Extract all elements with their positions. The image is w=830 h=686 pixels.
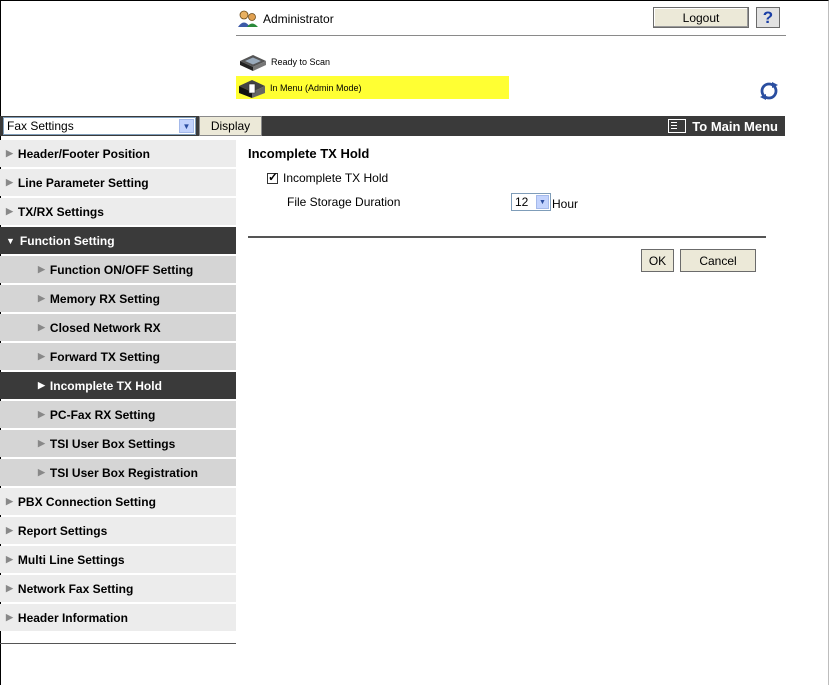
sidebar-item-function-on-off-setting[interactable]: ▶ Function ON/OFF Setting — [0, 256, 236, 283]
status-ready-text: Ready to Scan — [271, 57, 331, 67]
sidebar-item-header-information[interactable]: ▶ Header Information — [0, 604, 236, 631]
logout-button[interactable]: Logout — [653, 7, 749, 28]
triangle-right-icon: ▶ — [6, 612, 13, 622]
incomplete-tx-hold-checkbox[interactable] — [267, 170, 278, 184]
ok-button[interactable]: OK — [641, 249, 674, 272]
sidebar-item-label: Forward TX Setting — [49, 349, 160, 364]
triangle-right-icon: ▶ — [6, 496, 13, 506]
incomplete-tx-hold-option[interactable]: Incomplete TX Hold — [267, 170, 389, 185]
sidebar-item-label: Report Settings — [17, 523, 108, 538]
page-title: Incomplete TX Hold — [248, 146, 370, 161]
user-info: Administrator — [237, 10, 334, 28]
triangle-right-icon: ▶ — [6, 525, 13, 535]
sidebar-item-incomplete-tx-hold[interactable]: ▶ Incomplete TX Hold — [0, 372, 236, 399]
user-label: Administrator — [263, 12, 334, 26]
sidebar-item-label: Incomplete TX Hold — [49, 378, 162, 393]
sidebar-item-memory-rx-setting[interactable]: ▶ Memory RX Setting — [0, 285, 236, 312]
sidebar-item-label: TSI User Box Settings — [49, 436, 176, 451]
triangle-right-icon: ▶ — [38, 438, 45, 448]
sidebar: ▶ Header/Footer Position ▶ Line Parameter … — [0, 140, 236, 633]
sidebar-item-label: Network Fax Setting — [17, 581, 134, 596]
sidebar-item-multi-line-settings[interactable]: ▶ Multi Line Settings — [0, 546, 236, 573]
triangle-right-icon: ▶ — [6, 206, 13, 216]
sidebar-item-line-parameter-setting[interactable]: ▶ Line Parameter Setting — [0, 169, 236, 196]
sidebar-item-label: Line Parameter Setting — [17, 175, 149, 190]
sidebar-item-header-footer-position[interactable]: ▶ Header/Footer Position — [0, 140, 236, 167]
cancel-button[interactable]: Cancel — [680, 249, 756, 272]
sidebar-item-label: PC-Fax RX Setting — [49, 407, 156, 422]
help-button[interactable]: ? — [756, 7, 780, 28]
administrator-icon — [237, 10, 259, 28]
main-menu-icon — [668, 119, 687, 133]
sidebar-item-label: Function ON/OFF Setting — [49, 262, 194, 277]
sidebar-item-label: Header/Footer Position — [17, 146, 150, 161]
triangle-right-icon: ▶ — [38, 467, 45, 477]
status-menu-text: In Menu (Admin Mode) — [270, 82, 362, 93]
file-storage-duration-label: File Storage Duration — [287, 195, 401, 209]
file-storage-duration-select[interactable]: 12 ▼ — [511, 193, 551, 211]
sidebar-item-pbx-connection-setting[interactable]: ▶ PBX Connection Setting — [0, 488, 236, 515]
status-ready: Ready to Scan — [237, 52, 330, 72]
sidebar-divider — [0, 643, 236, 644]
sidebar-item-label: TX/RX Settings — [17, 204, 104, 219]
triangle-right-icon: ▶ — [6, 177, 13, 187]
triangle-right-icon: ▶ — [38, 380, 45, 390]
sidebar-item-tx-rx-settings[interactable]: ▶ TX/RX Settings — [0, 198, 236, 225]
to-main-menu-label: To Main Menu — [692, 118, 778, 134]
display-button[interactable]: Display — [199, 116, 262, 136]
triangle-down-icon: ▼ — [6, 235, 15, 246]
sidebar-item-label: Multi Line Settings — [17, 552, 125, 567]
sidebar-item-closed-network-rx[interactable]: ▶ Closed Network RX — [0, 314, 236, 341]
triangle-right-icon: ▶ — [6, 554, 13, 564]
sidebar-item-label: Function Setting — [19, 233, 115, 248]
form-divider — [248, 236, 766, 238]
sidebar-item-pc-fax-rx-setting[interactable]: ▶ PC-Fax RX Setting — [0, 401, 236, 428]
chevron-down-icon[interactable]: ▼ — [536, 195, 549, 209]
triangle-right-icon: ▶ — [38, 409, 45, 419]
triangle-right-icon: ▶ — [38, 293, 45, 303]
status-menu: In Menu (Admin Mode) — [236, 76, 509, 99]
triangle-right-icon: ▶ — [38, 264, 45, 274]
machine-menu-icon — [236, 78, 268, 98]
sidebar-item-tsi-user-box-registration[interactable]: ▶ TSI User Box Registration — [0, 459, 236, 486]
sidebar-item-network-fax-setting[interactable]: ▶ Network Fax Setting — [0, 575, 236, 602]
sidebar-item-label: TSI User Box Registration — [49, 465, 198, 480]
scanner-icon — [237, 52, 269, 72]
sidebar-item-label: PBX Connection Setting — [17, 494, 156, 509]
header-divider — [236, 35, 786, 36]
triangle-right-icon: ▶ — [6, 583, 13, 593]
sidebar-item-tsi-user-box-settings[interactable]: ▶ TSI User Box Settings — [0, 430, 236, 457]
triangle-right-icon: ▶ — [38, 322, 45, 332]
triangle-right-icon: ▶ — [6, 148, 13, 158]
triangle-right-icon: ▶ — [38, 351, 45, 361]
sidebar-item-label: Memory RX Setting — [49, 291, 160, 306]
to-main-menu-link[interactable]: To Main Menu — [668, 116, 778, 136]
incomplete-tx-hold-label: Incomplete TX Hold — [283, 171, 389, 185]
category-select-value: Fax Settings — [7, 119, 74, 133]
sidebar-item-forward-tx-setting[interactable]: ▶ Forward TX Setting — [0, 343, 236, 370]
sidebar-item-report-settings[interactable]: ▶ Report Settings — [0, 517, 236, 544]
duration-unit-label: Hour — [552, 197, 579, 211]
chevron-down-icon[interactable]: ▼ — [179, 119, 194, 133]
sidebar-item-label: Closed Network RX — [49, 320, 161, 335]
sidebar-item-label: Header Information — [17, 610, 128, 625]
category-select[interactable]: Fax Settings ▼ — [3, 117, 196, 135]
refresh-icon[interactable] — [758, 81, 780, 101]
sidebar-item-function-setting[interactable]: ▼ Function Setting — [0, 227, 236, 254]
file-storage-duration-value: 12 — [515, 195, 529, 209]
